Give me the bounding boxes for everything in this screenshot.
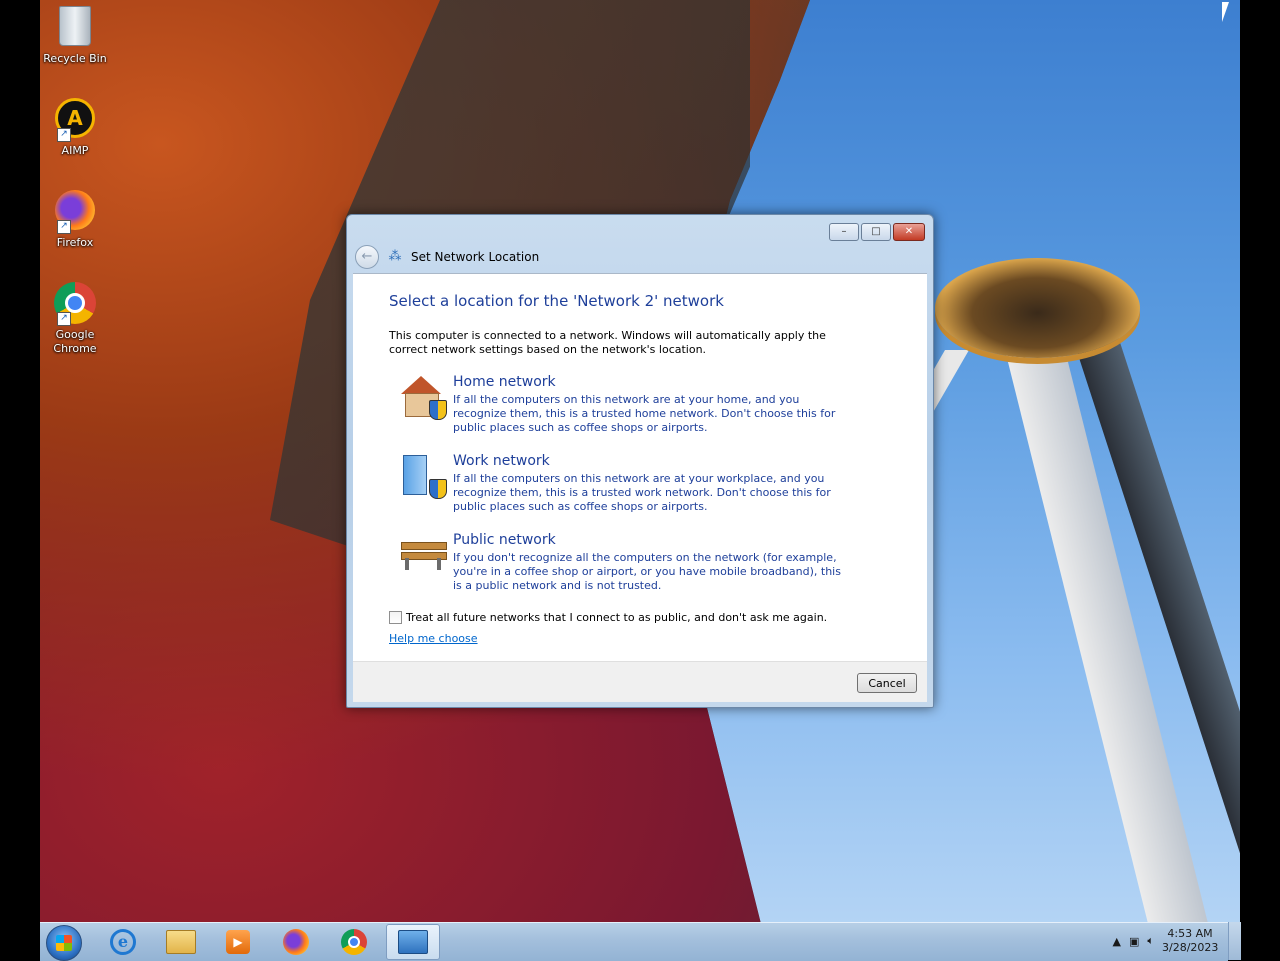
cancel-button[interactable]: Cancel bbox=[857, 673, 917, 693]
taskbar-internet-explorer[interactable]: e bbox=[96, 924, 150, 960]
recycle-bin-icon bbox=[59, 6, 91, 46]
option-public-network[interactable]: Public network If you don't recognize al… bbox=[401, 532, 861, 598]
option-title: Home network bbox=[453, 374, 556, 390]
desktop-icon-chrome[interactable]: ↗ Google Chrome bbox=[42, 282, 108, 356]
taskbar-network-location[interactable] bbox=[386, 924, 440, 960]
start-button[interactable] bbox=[46, 925, 82, 961]
set-network-location-dialog: – □ ✕ ← ⁂ Set Network Location Select a … bbox=[346, 214, 934, 708]
clock-time: 4:53 AM bbox=[1167, 927, 1213, 940]
desktop-icon-recycle-bin[interactable]: Recycle Bin bbox=[42, 6, 108, 66]
dialog-heading: Select a location for the 'Network 2' ne… bbox=[389, 292, 724, 310]
desktop-icon-label: AIMP bbox=[61, 144, 89, 157]
wallpaper-tower-top bbox=[935, 258, 1140, 358]
shortcut-arrow-icon: ↗ bbox=[57, 220, 71, 234]
back-button[interactable]: ← bbox=[355, 245, 379, 269]
option-description: If all the computers on this network are… bbox=[453, 472, 831, 513]
mouse-cursor-icon bbox=[1222, 2, 1229, 22]
system-tray: ▲ ▣ 🔈︎ 4:53 AM 3/28/2023 bbox=[1113, 927, 1219, 955]
public-network-icon bbox=[401, 534, 447, 578]
media-player-icon: ▶ bbox=[226, 930, 250, 954]
work-network-icon bbox=[401, 455, 447, 499]
security-shield-icon bbox=[429, 400, 447, 420]
treat-as-public-row: Treat all future networks that I connect… bbox=[389, 611, 827, 624]
desktop-icon-label: Firefox bbox=[56, 236, 94, 249]
taskbar-file-explorer[interactable] bbox=[154, 924, 208, 960]
option-title: Work network bbox=[453, 453, 550, 469]
clock[interactable]: 4:53 AM 3/28/2023 bbox=[1162, 927, 1218, 955]
windows-logo-icon bbox=[56, 935, 72, 951]
desktop-icon-aimp[interactable]: A ↗ AIMP bbox=[42, 98, 108, 158]
close-button[interactable]: ✕ bbox=[893, 223, 925, 241]
option-description: If all the computers on this network are… bbox=[453, 393, 836, 434]
clock-date: 3/28/2023 bbox=[1162, 941, 1219, 954]
dialog-title: Set Network Location bbox=[411, 250, 540, 264]
option-description: If you don't recognize all the computers… bbox=[453, 551, 841, 592]
minimize-button[interactable]: – bbox=[829, 223, 859, 241]
dialog-footer: Cancel bbox=[353, 661, 927, 702]
security-shield-icon bbox=[429, 479, 447, 499]
desktop-icon-firefox[interactable]: ↗ Firefox bbox=[42, 190, 108, 250]
option-home-network[interactable]: Home network If all the computers on thi… bbox=[401, 374, 861, 440]
firefox-icon bbox=[283, 929, 309, 955]
shortcut-arrow-icon: ↗ bbox=[57, 312, 71, 326]
taskbar-media-player[interactable]: ▶ bbox=[211, 924, 265, 960]
dialog-content: Select a location for the 'Network 2' ne… bbox=[353, 273, 927, 662]
volume-icon[interactable]: 🔈︎ bbox=[1147, 934, 1154, 948]
desktop-icon-label: Google Chrome bbox=[53, 328, 97, 355]
taskbar-firefox[interactable] bbox=[269, 924, 323, 960]
dialog-navbar: ← ⁂ Set Network Location bbox=[355, 245, 539, 269]
taskbar: e ▶ ▲ ▣ 🔈︎ 4:53 AM 3/28/2023 bbox=[40, 922, 1228, 961]
desktop-icon-label: Recycle Bin bbox=[43, 52, 107, 65]
chrome-icon bbox=[341, 929, 367, 955]
file-explorer-icon bbox=[166, 930, 196, 954]
show-hidden-icons-icon[interactable]: ▲ bbox=[1113, 935, 1121, 948]
option-work-network[interactable]: Work network If all the computers on thi… bbox=[401, 453, 861, 519]
dialog-intro: This computer is connected to a network.… bbox=[389, 329, 826, 356]
network-location-icon bbox=[398, 930, 428, 954]
show-desktop-button[interactable] bbox=[1228, 922, 1241, 960]
checkbox-label[interactable]: Treat all future networks that I connect… bbox=[406, 611, 827, 624]
option-title: Public network bbox=[453, 532, 556, 548]
maximize-button[interactable]: □ bbox=[861, 223, 891, 241]
network-status-icon[interactable]: ▣ bbox=[1129, 935, 1139, 948]
help-me-choose-link[interactable]: Help me choose bbox=[389, 632, 478, 645]
home-network-icon bbox=[401, 376, 447, 420]
network-icon: ⁂ bbox=[388, 249, 402, 264]
treat-as-public-checkbox[interactable] bbox=[389, 611, 402, 624]
window-controls: – □ ✕ bbox=[829, 223, 925, 241]
shortcut-arrow-icon: ↗ bbox=[57, 128, 71, 142]
internet-explorer-icon: e bbox=[110, 929, 136, 955]
taskbar-chrome[interactable] bbox=[327, 924, 381, 960]
